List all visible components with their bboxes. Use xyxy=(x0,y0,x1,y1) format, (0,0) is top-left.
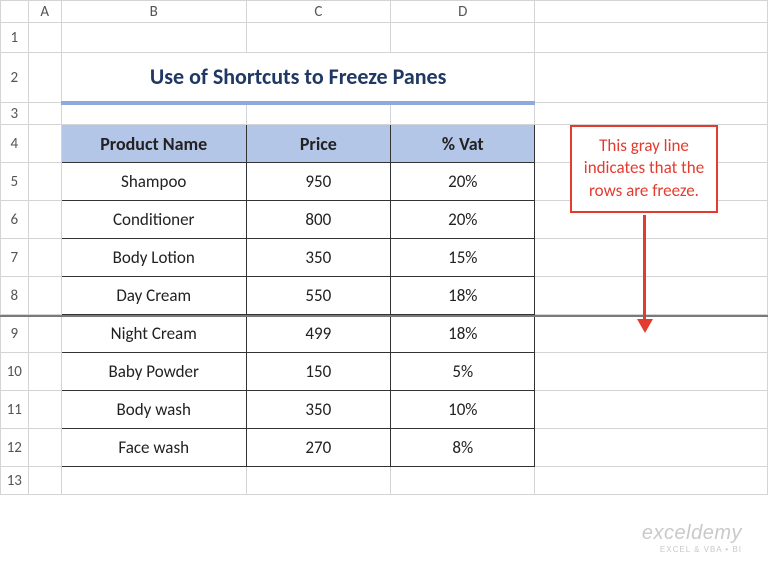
cell[interactable] xyxy=(246,467,391,495)
row-header-9[interactable]: 9 xyxy=(1,315,29,353)
row-header-8[interactable]: 8 xyxy=(1,277,29,315)
row-header-5[interactable]: 5 xyxy=(1,163,29,201)
watermark-tagline: EXCEL & VBA • BI xyxy=(642,545,742,554)
table-cell-product[interactable]: Body wash xyxy=(61,391,246,429)
table-cell-vat[interactable]: 20% xyxy=(391,163,535,201)
spreadsheet-grid[interactable]: A B C D 1 2 Use of Shortcuts to Freeze P… xyxy=(0,0,768,495)
cell[interactable] xyxy=(535,353,768,391)
cell[interactable] xyxy=(28,125,61,163)
table-cell-vat[interactable]: 5% xyxy=(391,353,535,391)
table-cell-vat[interactable]: 20% xyxy=(391,201,535,239)
table-cell-price[interactable]: 499 xyxy=(246,315,391,353)
watermark-brand: exceldemy xyxy=(642,522,742,545)
callout-box: This gray line indicates that the rows a… xyxy=(570,125,718,214)
row-header-6[interactable]: 6 xyxy=(1,201,29,239)
cell[interactable] xyxy=(246,103,391,125)
cell[interactable] xyxy=(28,201,61,239)
table-cell-product[interactable]: Body Lotion xyxy=(61,239,246,277)
cell[interactable] xyxy=(391,23,535,53)
select-all-corner[interactable] xyxy=(1,1,29,23)
table-cell-vat[interactable]: 10% xyxy=(391,391,535,429)
row-header-1[interactable]: 1 xyxy=(1,23,29,53)
cell[interactable] xyxy=(535,391,768,429)
row-header-3[interactable]: 3 xyxy=(1,103,29,125)
row-header-7[interactable]: 7 xyxy=(1,239,29,277)
col-header-rest[interactable] xyxy=(535,1,768,23)
cell[interactable] xyxy=(61,103,246,125)
cell[interactable] xyxy=(535,239,768,277)
cell[interactable] xyxy=(28,429,61,467)
cell[interactable] xyxy=(535,53,768,103)
table-cell-price[interactable]: 350 xyxy=(246,239,391,277)
table-cell-price[interactable]: 350 xyxy=(246,391,391,429)
cell[interactable] xyxy=(61,23,246,53)
cell[interactable] xyxy=(535,429,768,467)
table-header-product[interactable]: Product Name xyxy=(61,125,246,163)
cell[interactable] xyxy=(28,391,61,429)
watermark: exceldemy EXCEL & VBA • BI xyxy=(642,522,742,554)
cell[interactable] xyxy=(28,23,61,53)
table-cell-price[interactable]: 550 xyxy=(246,277,391,315)
table-cell-vat[interactable]: 18% xyxy=(391,277,535,315)
col-header-D[interactable]: D xyxy=(391,1,535,23)
cell[interactable] xyxy=(28,353,61,391)
table-cell-price[interactable]: 150 xyxy=(246,353,391,391)
cell[interactable] xyxy=(535,23,768,53)
col-header-C[interactable]: C xyxy=(246,1,391,23)
row-header-13[interactable]: 13 xyxy=(1,467,29,495)
cell[interactable] xyxy=(28,103,61,125)
table-cell-vat[interactable]: 8% xyxy=(391,429,535,467)
table-cell-price[interactable]: 270 xyxy=(246,429,391,467)
table-cell-product[interactable]: Baby Powder xyxy=(61,353,246,391)
cell[interactable] xyxy=(391,103,535,125)
col-header-A[interactable]: A xyxy=(28,1,61,23)
cell[interactable] xyxy=(535,103,768,125)
cell[interactable] xyxy=(28,277,61,315)
table-cell-price[interactable]: 800 xyxy=(246,201,391,239)
title-cell[interactable]: Use of Shortcuts to Freeze Panes xyxy=(61,53,535,103)
cell[interactable] xyxy=(61,467,246,495)
cell[interactable] xyxy=(28,315,61,353)
table-cell-product[interactable]: Day Cream xyxy=(61,277,246,315)
table-cell-vat[interactable]: 18% xyxy=(391,315,535,353)
table-header-vat[interactable]: % Vat xyxy=(391,125,535,163)
cell[interactable] xyxy=(246,23,391,53)
table-header-price[interactable]: Price xyxy=(246,125,391,163)
cell[interactable] xyxy=(391,467,535,495)
row-header-11[interactable]: 11 xyxy=(1,391,29,429)
cell[interactable] xyxy=(28,53,61,103)
table-cell-product[interactable]: Shampoo xyxy=(61,163,246,201)
table-cell-product[interactable]: Conditioner xyxy=(61,201,246,239)
table-cell-price[interactable]: 950 xyxy=(246,163,391,201)
table-cell-product[interactable]: Night Cream xyxy=(61,315,246,353)
row-header-2[interactable]: 2 xyxy=(1,53,29,103)
cell[interactable] xyxy=(535,277,768,315)
row-header-4[interactable]: 4 xyxy=(1,125,29,163)
cell[interactable] xyxy=(535,467,768,495)
row-header-10[interactable]: 10 xyxy=(1,353,29,391)
cell[interactable] xyxy=(28,163,61,201)
col-header-B[interactable]: B xyxy=(61,1,246,23)
page-title: Use of Shortcuts to Freeze Panes xyxy=(62,63,535,90)
arrow-down-icon xyxy=(637,215,651,332)
table-cell-vat[interactable]: 15% xyxy=(391,239,535,277)
cell[interactable] xyxy=(28,239,61,277)
cell[interactable] xyxy=(28,467,61,495)
row-header-12[interactable]: 12 xyxy=(1,429,29,467)
table-cell-product[interactable]: Face wash xyxy=(61,429,246,467)
